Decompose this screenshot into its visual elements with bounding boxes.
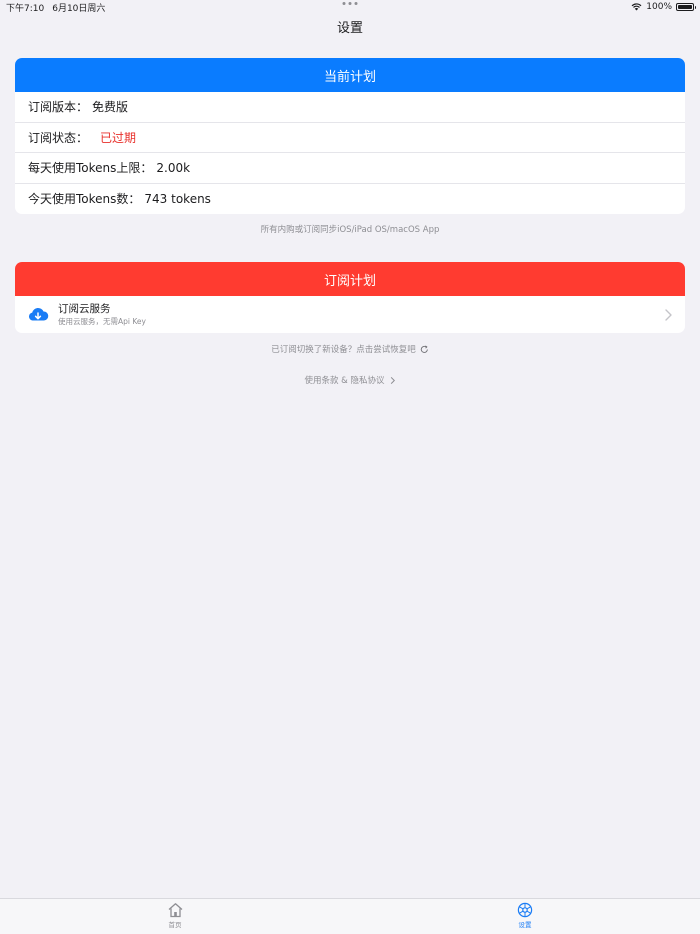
current-plan-card: 当前计划 订阅版本： 免费版 订阅状态： 已过期 每天使用Tokens上限： 2… bbox=[15, 58, 685, 214]
today-token-usage-value: 743 tokens bbox=[144, 191, 211, 206]
plan-version-row: 订阅版本： 免费版 bbox=[15, 92, 685, 123]
tab-home[interactable]: 首页 bbox=[0, 899, 350, 934]
battery-percent: 100% bbox=[646, 2, 672, 12]
chevron-right-icon bbox=[390, 376, 395, 384]
home-icon bbox=[168, 903, 182, 918]
sync-note: 所有内购或订阅同步iOS/iPad OS/macOS App bbox=[260, 225, 440, 235]
chevron-right-icon bbox=[665, 308, 672, 321]
tab-bar: 首页 设置 bbox=[0, 898, 700, 934]
refresh-icon bbox=[420, 345, 428, 353]
wifi-icon bbox=[631, 3, 642, 11]
status-right: 100% bbox=[631, 2, 696, 12]
terms-privacy-text: 使用条款 & 隐私协议 bbox=[304, 376, 385, 386]
cloud-download-icon bbox=[28, 307, 49, 320]
plan-version-label: 订阅版本： bbox=[28, 100, 89, 115]
subscribe-plan-card: 订阅计划 订阅云服务 使用云服务，无需Api Key bbox=[15, 262, 685, 333]
cloud-service-text: 订阅云服务 使用云服务，无需Api Key bbox=[58, 303, 663, 327]
restore-purchase-text: 已订阅切换了新设备？点击尝试恢复吧 bbox=[271, 345, 416, 355]
tab-settings[interactable]: 设置 bbox=[350, 899, 700, 934]
status-bar: 下午7:10 6月10日周六 100% bbox=[0, 0, 700, 14]
settings-icon bbox=[517, 902, 533, 918]
tab-home-label: 首页 bbox=[168, 921, 182, 929]
subscribe-plan-header: 订阅计划 bbox=[15, 262, 685, 296]
cloud-service-subtitle: 使用云服务，无需Api Key bbox=[58, 316, 146, 326]
battery-icon bbox=[676, 3, 696, 11]
today-token-usage-label: 今天使用Tokens数： bbox=[28, 192, 141, 207]
cloud-service-row[interactable]: 订阅云服务 使用云服务，无需Api Key bbox=[15, 296, 685, 333]
plan-status-value: 已过期 bbox=[100, 130, 137, 145]
multitasking-dots[interactable] bbox=[342, 2, 358, 5]
terms-privacy-link[interactable]: 使用条款 & 隐私协议 bbox=[0, 374, 700, 386]
page-title: 设置 bbox=[336, 21, 363, 36]
status-left: 下午7:10 6月10日周六 bbox=[6, 1, 105, 14]
daily-token-limit-value: 2.00k bbox=[156, 160, 191, 175]
plan-status-row: 订阅状态： 已过期 bbox=[15, 123, 685, 153]
plan-status-label: 订阅状态： bbox=[28, 130, 89, 145]
plan-version-value: 免费版 bbox=[92, 100, 129, 115]
cloud-service-title: 订阅云服务 bbox=[58, 302, 111, 315]
tab-settings-label: 设置 bbox=[518, 921, 532, 929]
status-date: 6月10日周六 bbox=[52, 3, 106, 14]
status-time: 下午7:10 bbox=[6, 3, 45, 14]
current-plan-header: 当前计划 bbox=[15, 58, 685, 92]
daily-token-limit-row: 每天使用Tokens上限： 2.00k bbox=[15, 153, 685, 184]
restore-purchase-link[interactable]: 已订阅切换了新设备？点击尝试恢复吧 bbox=[0, 343, 700, 355]
today-token-usage-row: 今天使用Tokens数： 743 tokens bbox=[15, 184, 685, 215]
daily-token-limit-label: 每天使用Tokens上限： bbox=[28, 161, 153, 176]
